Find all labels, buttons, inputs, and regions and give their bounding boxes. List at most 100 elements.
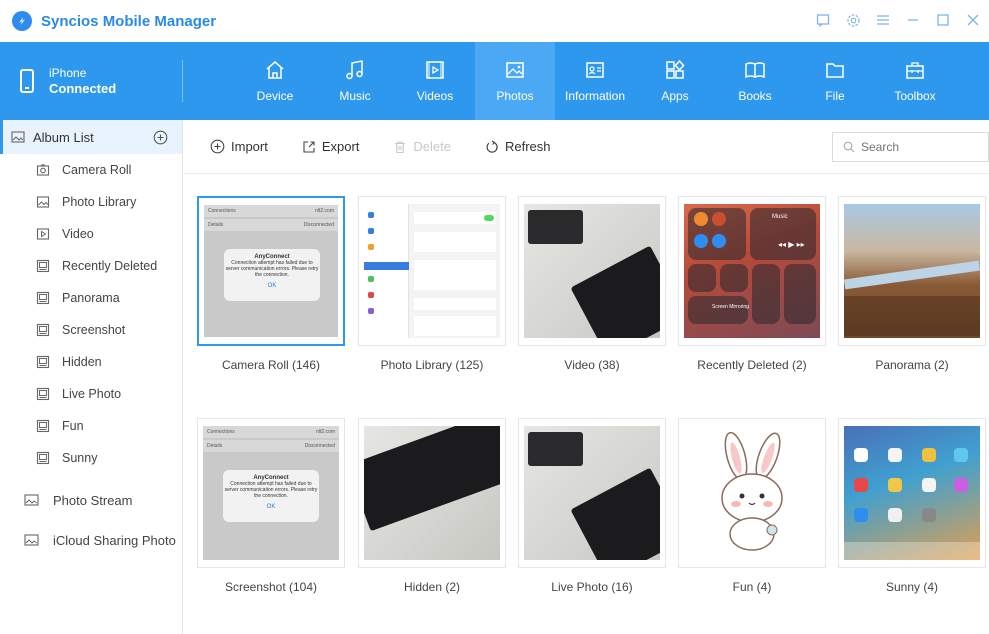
- video-icon: [426, 61, 444, 79]
- thumbnail-ipad-homescreen: [844, 426, 980, 560]
- phone-icon: [20, 69, 34, 93]
- search-input[interactable]: [861, 140, 981, 154]
- sidebar-item-label: Video: [62, 227, 94, 241]
- thumb-text: Details: [208, 222, 224, 228]
- sidebar-item-hidden[interactable]: Hidden: [0, 346, 182, 378]
- album-icon: [36, 323, 50, 337]
- album-caption: Recently Deleted (2): [697, 358, 807, 372]
- thumb-text: Connection attempt has failed due to ser…: [225, 260, 319, 278]
- album-icon: [36, 291, 50, 305]
- minimize-icon[interactable]: [905, 12, 921, 28]
- album-caption: Screenshot (104): [224, 580, 318, 594]
- device-status[interactable]: iPhone Connected: [0, 42, 183, 120]
- settings-icon[interactable]: [845, 12, 861, 28]
- tab-music[interactable]: Music: [315, 42, 395, 120]
- album-card-hidden[interactable]: [358, 418, 506, 568]
- album-card-screenshot[interactable]: Connections nlt2.com Details Disconnected …: [197, 418, 345, 568]
- search-icon: [843, 141, 855, 153]
- sidebar-item-label: Live Photo: [62, 387, 122, 401]
- album-caption: Hidden (2): [403, 580, 461, 594]
- icloud-photo-icon: [24, 534, 39, 546]
- album-list-icon: [11, 131, 25, 143]
- thumb-text: Disconnected: [304, 443, 335, 449]
- import-button[interactable]: Import: [210, 139, 268, 154]
- tab-label: Device: [256, 89, 294, 103]
- album-caption: Fun (4): [732, 580, 772, 594]
- tab-apps[interactable]: Apps: [635, 42, 715, 120]
- plus-circle-icon: [210, 139, 225, 154]
- sidebar-item-label: Photo Stream: [53, 492, 133, 508]
- sidebar-item-label: Hidden: [62, 355, 102, 369]
- image-icon: [36, 195, 50, 209]
- contact-icon: [586, 62, 604, 78]
- close-icon[interactable]: [965, 12, 981, 28]
- sidebar-item-fun[interactable]: Fun: [0, 410, 182, 442]
- export-icon: [303, 140, 315, 153]
- top-navigation: iPhone Connected Device Music Videos Pho…: [0, 42, 989, 120]
- music-icon: [346, 60, 363, 80]
- sidebar-item-recently-deleted[interactable]: Recently Deleted: [0, 250, 182, 282]
- sidebar: Album List Camera Roll Photo Library Video…: [0, 120, 183, 634]
- sidebar-album-list[interactable]: Album List: [0, 120, 182, 154]
- sidebar-item-screenshot[interactable]: Screenshot: [0, 314, 182, 346]
- delete-button[interactable]: Delete: [393, 139, 451, 154]
- tab-label: Information: [564, 89, 626, 103]
- album-card-sunny[interactable]: [838, 418, 986, 568]
- album-card-photo-library[interactable]: [358, 196, 506, 346]
- tab-toolbox[interactable]: Toolbox: [875, 42, 955, 120]
- tab-photos[interactable]: Photos: [475, 42, 555, 120]
- album-card-panorama[interactable]: [838, 196, 986, 346]
- sidebar-item-sunny[interactable]: Sunny: [0, 442, 182, 474]
- sidebar-item-label: iCloud Sharing Photo: [53, 532, 176, 548]
- album-card-fun[interactable]: [678, 418, 826, 568]
- tab-books[interactable]: Books: [715, 42, 795, 120]
- play-icon: [36, 227, 50, 241]
- album-caption: Live Photo (16): [551, 580, 633, 594]
- sidebar-item-label: Sunny: [62, 451, 98, 465]
- sidebar-item-label: Panorama: [62, 291, 120, 305]
- album-card-camera-roll[interactable]: Connections nlt2.com Details Disconnected …: [197, 196, 345, 346]
- sidebar-item-panorama[interactable]: Panorama: [0, 282, 182, 314]
- thumb-text: nlt2.com: [315, 208, 334, 214]
- refresh-label: Refresh: [505, 139, 551, 154]
- sidebar-item-label: Fun: [62, 419, 84, 433]
- tab-label: Books: [738, 89, 772, 103]
- thumbnail-desk-photo: [524, 426, 660, 560]
- sidebar-item-photo-library[interactable]: Photo Library: [0, 186, 182, 218]
- sidebar-item-camera-roll[interactable]: Camera Roll: [0, 154, 182, 186]
- thumb-text: Details: [207, 443, 223, 449]
- thumb-text: Disconnected: [303, 222, 334, 228]
- sidebar-item-icloud-sharing[interactable]: iCloud Sharing Photo: [0, 520, 182, 560]
- tab-file[interactable]: File: [795, 42, 875, 120]
- delete-label: Delete: [413, 139, 451, 154]
- tab-videos[interactable]: Videos: [395, 42, 475, 120]
- album-card-live-photo[interactable]: [518, 418, 666, 568]
- refresh-button[interactable]: Refresh: [485, 139, 551, 154]
- album-card-video[interactable]: [518, 196, 666, 346]
- maximize-icon[interactable]: [935, 12, 951, 28]
- thumb-text: Connections: [207, 429, 235, 435]
- thumbnail-control-center: Music ◂◂ ▶ ▸▸ Screen Mirroring: [684, 204, 820, 338]
- feedback-icon[interactable]: [815, 12, 831, 28]
- search-box[interactable]: [832, 132, 989, 162]
- thumbnail-bunny-sticker: [684, 426, 820, 560]
- sidebar-item-live-photo[interactable]: Live Photo: [0, 378, 182, 410]
- menu-icon[interactable]: [875, 12, 891, 28]
- photo-stream-icon: [24, 494, 39, 506]
- album-icon: [36, 259, 50, 273]
- thumb-text: Connection attempt has failed due to ser…: [224, 481, 318, 499]
- home-icon: [266, 61, 284, 79]
- divider: [182, 60, 183, 102]
- sidebar-item-photo-stream[interactable]: Photo Stream: [0, 480, 182, 520]
- tab-device[interactable]: Device: [235, 42, 315, 120]
- thumb-text: OK: [266, 504, 276, 510]
- photo-icon: [506, 62, 524, 78]
- trash-icon: [395, 140, 406, 153]
- album-card-recently-deleted[interactable]: Music ◂◂ ▶ ▸▸ Screen Mirroring: [678, 196, 826, 346]
- export-button[interactable]: Export: [302, 139, 360, 154]
- sidebar-item-video[interactable]: Video: [0, 218, 182, 250]
- tab-information[interactable]: Information: [555, 42, 635, 120]
- thumb-text: Connections: [208, 208, 236, 214]
- add-album-icon[interactable]: [153, 130, 168, 145]
- export-label: Export: [321, 139, 360, 154]
